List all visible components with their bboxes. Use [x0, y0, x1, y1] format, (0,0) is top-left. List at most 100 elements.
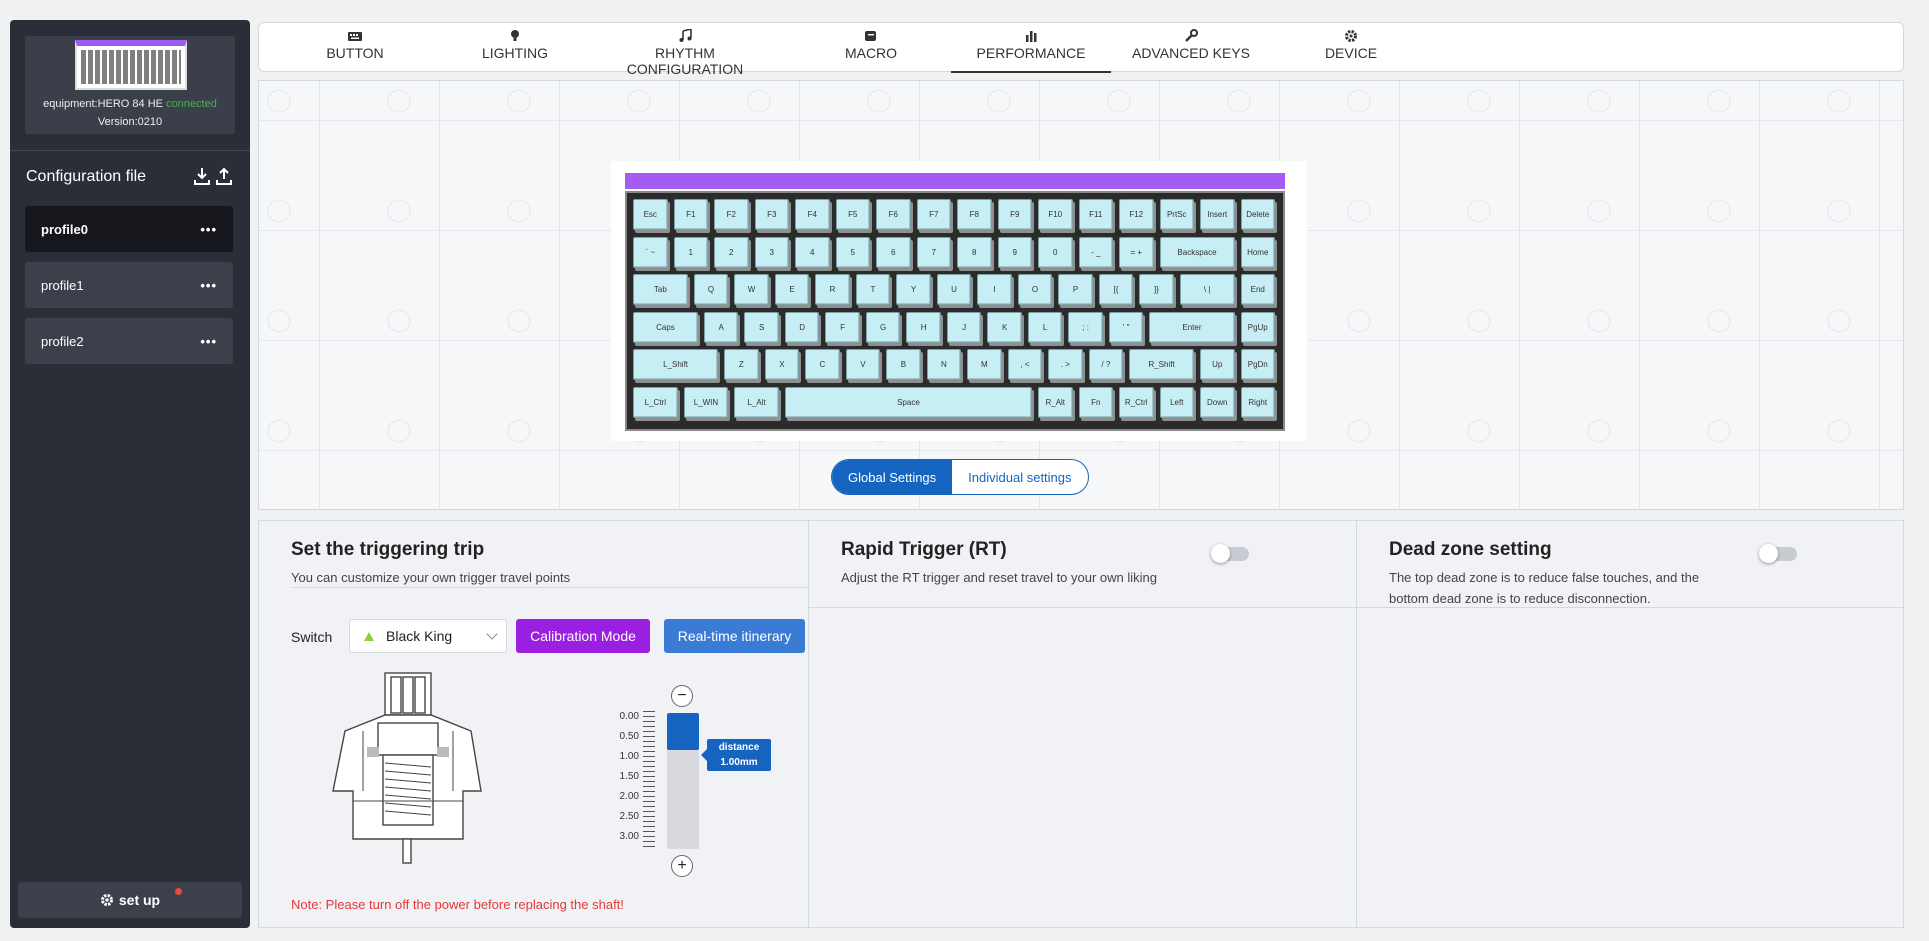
keyboard-key[interactable]: 2	[714, 236, 749, 268]
keyboard-key[interactable]: PrtSc	[1159, 199, 1194, 230]
profile-item-1[interactable]: profile1 •••	[25, 262, 233, 308]
individual-settings-button[interactable]: Individual settings	[952, 460, 1087, 494]
upload-icon[interactable]	[216, 167, 232, 185]
keyboard-key[interactable]: F3	[754, 199, 789, 230]
slider-fill[interactable]	[667, 713, 699, 750]
keyboard-key[interactable]: Fn	[1078, 386, 1113, 418]
keyboard-key[interactable]: , <	[1007, 349, 1043, 380]
keyboard-key[interactable]: Home	[1240, 236, 1275, 268]
keyboard-key[interactable]: Enter	[1149, 311, 1235, 343]
keyboard-key[interactable]: F5	[835, 199, 870, 230]
profile-item-2[interactable]: profile2 •••	[25, 318, 233, 364]
rt-toggle[interactable]	[1211, 544, 1249, 563]
keyboard-key[interactable]: F11	[1078, 199, 1113, 230]
tab-device[interactable]: DEVICE	[1271, 23, 1431, 73]
keyboard-key[interactable]: 9	[997, 236, 1032, 268]
decrease-button[interactable]: −	[671, 685, 693, 707]
keyboard-key[interactable]: F8	[957, 199, 992, 230]
keyboard-key[interactable]: L_WIN	[683, 386, 729, 418]
keyboard-key[interactable]: F2	[714, 199, 749, 230]
keyboard-key[interactable]: 8	[957, 236, 992, 268]
keyboard-key[interactable]: F12	[1119, 199, 1154, 230]
keyboard-key[interactable]: Space	[784, 386, 1032, 418]
keyboard-key[interactable]: U	[936, 274, 972, 305]
keyboard-key[interactable]: D	[784, 311, 820, 343]
keyboard-key[interactable]: 6	[876, 236, 911, 268]
keyboard-key[interactable]: Insert	[1200, 199, 1235, 230]
download-icon[interactable]	[194, 167, 210, 185]
keyboard-key[interactable]: PgUp	[1240, 311, 1275, 343]
keyboard-key[interactable]: ; :	[1068, 311, 1103, 343]
keyboard-key[interactable]: Q	[693, 274, 729, 305]
keyboard-key[interactable]: ` ~	[633, 236, 668, 268]
tab-rhythm[interactable]: RHYTHM CONFIGURATION	[595, 23, 775, 77]
keyboard-key[interactable]: R_Alt	[1038, 386, 1073, 418]
keyboard-key[interactable]: Backspace	[1159, 236, 1235, 268]
tab-macro[interactable]: MACRO	[791, 23, 951, 73]
keyboard-key[interactable]: F10	[1038, 199, 1073, 230]
keyboard-key[interactable]: C	[805, 349, 840, 380]
keyboard-key[interactable]: B	[886, 349, 921, 380]
realtime-itinerary-button[interactable]: Real-time itinerary	[664, 619, 805, 653]
keyboard-key[interactable]: P	[1058, 274, 1093, 305]
keyboard-key[interactable]: L	[1027, 311, 1063, 343]
more-icon[interactable]: •••	[200, 278, 217, 293]
keyboard-key[interactable]: Tab	[633, 274, 688, 305]
keyboard-key[interactable]: X	[764, 349, 800, 380]
keyboard-key[interactable]: \ |	[1179, 274, 1235, 305]
keyboard-key[interactable]: 4	[795, 236, 830, 268]
tab-lighting[interactable]: LIGHTING	[435, 23, 595, 73]
keyboard-key[interactable]: Y	[896, 274, 931, 305]
keyboard-key[interactable]: [{	[1098, 274, 1134, 305]
keyboard-key[interactable]: L_Alt	[734, 386, 779, 418]
keyboard-key[interactable]: L_Shift	[633, 349, 719, 380]
keyboard-key[interactable]: N	[926, 349, 962, 380]
keyboard-key[interactable]: A	[703, 311, 739, 343]
keyboard-key[interactable]: / ?	[1088, 349, 1124, 380]
keyboard-key[interactable]: 7	[916, 236, 951, 268]
keyboard-key[interactable]: F1	[673, 199, 708, 230]
keyboard-key[interactable]: PgDn	[1240, 349, 1275, 380]
keyboard-key[interactable]: R	[815, 274, 850, 305]
tab-advanced-keys[interactable]: ADVANCED KEYS	[1111, 23, 1271, 73]
increase-button[interactable]: +	[671, 855, 693, 877]
keyboard-key[interactable]: ' "	[1108, 311, 1144, 343]
keyboard-key[interactable]: End	[1240, 274, 1275, 305]
keyboard-key[interactable]: Left	[1159, 386, 1194, 418]
keyboard-key[interactable]: T	[855, 274, 891, 305]
keyboard-key[interactable]: ]}	[1139, 274, 1174, 305]
keyboard-key[interactable]: Esc	[633, 199, 668, 230]
calibration-mode-button[interactable]: Calibration Mode	[516, 619, 650, 653]
keyboard-key[interactable]: R_Shift	[1129, 349, 1194, 380]
keyboard-key[interactable]: 3	[754, 236, 789, 268]
keyboard-key[interactable]: R_Ctrl	[1119, 386, 1154, 418]
global-settings-button[interactable]: Global Settings	[832, 460, 953, 494]
profile-item-0[interactable]: profile0 •••	[25, 206, 233, 252]
distance-slider[interactable]	[667, 713, 699, 849]
keyboard-key[interactable]: F7	[916, 199, 951, 230]
keyboard-key[interactable]: Up	[1200, 349, 1235, 380]
keyboard-key[interactable]: Z	[724, 349, 759, 380]
more-icon[interactable]: •••	[200, 222, 217, 237]
keyboard-key[interactable]: 1	[673, 236, 708, 268]
keyboard-key[interactable]: I	[977, 274, 1012, 305]
keyboard-key[interactable]: H	[906, 311, 941, 343]
keyboard-key[interactable]: J	[946, 311, 982, 343]
keyboard-key[interactable]: S	[744, 311, 779, 343]
keyboard-key[interactable]: 5	[835, 236, 870, 268]
keyboard-key[interactable]: F9	[997, 199, 1032, 230]
keyboard-key[interactable]: M	[967, 349, 1002, 380]
dead-zone-toggle[interactable]	[1759, 544, 1797, 563]
keyboard-key[interactable]: L_Ctrl	[633, 386, 678, 418]
tab-performance[interactable]: PERFORMANCE	[951, 23, 1111, 73]
keyboard-key[interactable]: O	[1017, 274, 1053, 305]
keyboard-key[interactable]: K	[987, 311, 1022, 343]
keyboard-key[interactable]: W	[734, 274, 769, 305]
tab-button[interactable]: BUTTON	[275, 23, 435, 73]
keyboard-key[interactable]: . >	[1048, 349, 1083, 380]
keyboard-key[interactable]: F	[825, 311, 860, 343]
keyboard-key[interactable]: G	[865, 311, 901, 343]
keyboard-key[interactable]: Delete	[1240, 199, 1275, 230]
keyboard-key[interactable]: Right	[1240, 386, 1275, 418]
switch-select[interactable]: Black King	[349, 619, 507, 653]
